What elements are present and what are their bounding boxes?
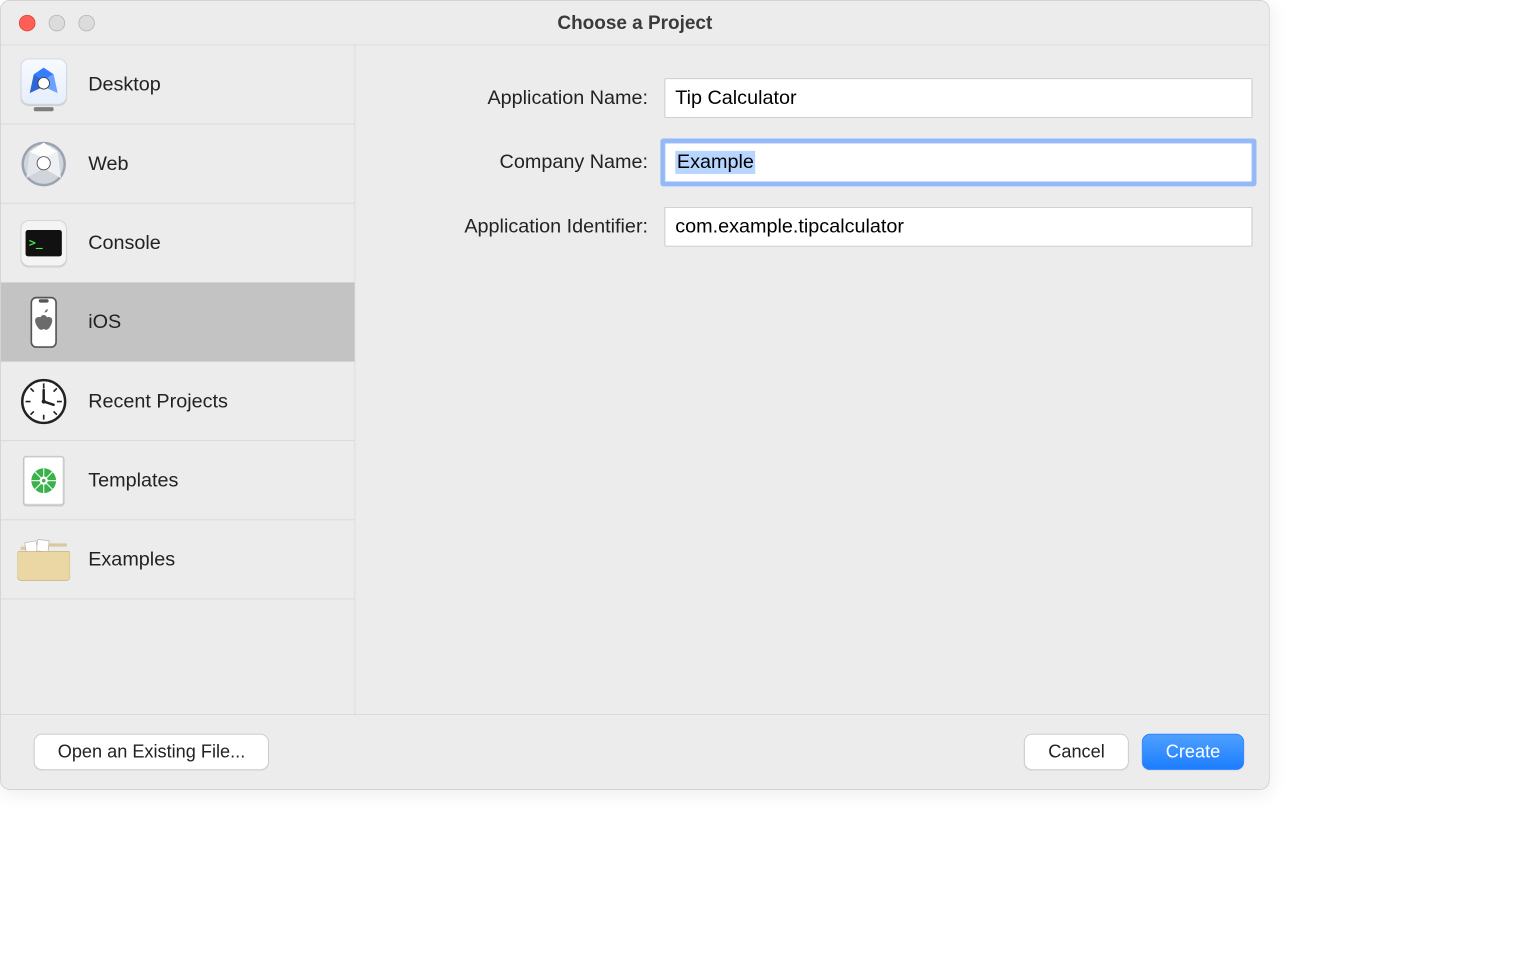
sidebar-item-console[interactable]: >_ Console bbox=[1, 204, 355, 283]
sidebar-item-ios[interactable]: iOS bbox=[1, 283, 355, 362]
project-form: Application Name: Company Name: Example … bbox=[372, 78, 1253, 246]
sidebar-item-desktop[interactable]: Desktop bbox=[1, 45, 355, 124]
template-doc-icon bbox=[17, 454, 70, 507]
sidebar-item-templates[interactable]: Templates bbox=[1, 441, 355, 520]
console-icon: >_ bbox=[17, 216, 70, 269]
sidebar: Desktop Web bbox=[1, 45, 356, 714]
web-globe-icon bbox=[17, 137, 70, 190]
desktop-app-icon bbox=[17, 58, 70, 111]
company-name-input[interactable]: Example bbox=[665, 143, 1253, 183]
folder-icon bbox=[17, 533, 70, 586]
cancel-button[interactable]: Cancel bbox=[1024, 734, 1128, 770]
minimize-button[interactable] bbox=[49, 14, 65, 30]
company-name-label: Company Name: bbox=[372, 151, 648, 174]
project-chooser-window: Choose a Project bbox=[0, 0, 1270, 790]
company-name-value: Example bbox=[675, 151, 755, 174]
sidebar-item-label: Examples bbox=[88, 548, 175, 571]
application-name-input[interactable] bbox=[665, 78, 1253, 118]
zoom-button[interactable] bbox=[78, 14, 94, 30]
sidebar-item-recent-projects[interactable]: Recent Projects bbox=[1, 362, 355, 441]
open-existing-file-label: Open an Existing File... bbox=[58, 741, 246, 762]
sidebar-item-label: Templates bbox=[88, 469, 178, 492]
clock-icon bbox=[17, 375, 70, 428]
create-button[interactable]: Create bbox=[1142, 734, 1244, 770]
sidebar-item-label: Recent Projects bbox=[88, 390, 228, 413]
application-identifier-label: Application Identifier: bbox=[372, 215, 648, 238]
application-name-label: Application Name: bbox=[372, 87, 648, 110]
cancel-label: Cancel bbox=[1048, 741, 1104, 762]
sidebar-item-label: iOS bbox=[88, 310, 121, 333]
iphone-icon bbox=[17, 296, 70, 349]
open-existing-file-button[interactable]: Open an Existing File... bbox=[34, 734, 269, 770]
sidebar-item-examples[interactable]: Examples bbox=[1, 520, 355, 599]
create-label: Create bbox=[1166, 741, 1220, 762]
window-title: Choose a Project bbox=[1, 12, 1269, 34]
traffic-lights bbox=[19, 14, 95, 30]
footer: Open an Existing File... Cancel Create bbox=[1, 715, 1269, 789]
main-panel: Application Name: Company Name: Example … bbox=[355, 45, 1269, 714]
window-body: Desktop Web bbox=[1, 45, 1269, 714]
application-identifier-input[interactable] bbox=[665, 207, 1253, 247]
sidebar-item-web[interactable]: Web bbox=[1, 124, 355, 203]
sidebar-item-label: Desktop bbox=[88, 73, 161, 96]
titlebar: Choose a Project bbox=[1, 1, 1269, 46]
close-button[interactable] bbox=[19, 14, 35, 30]
sidebar-item-label: Console bbox=[88, 231, 161, 254]
sidebar-item-label: Web bbox=[88, 152, 128, 175]
